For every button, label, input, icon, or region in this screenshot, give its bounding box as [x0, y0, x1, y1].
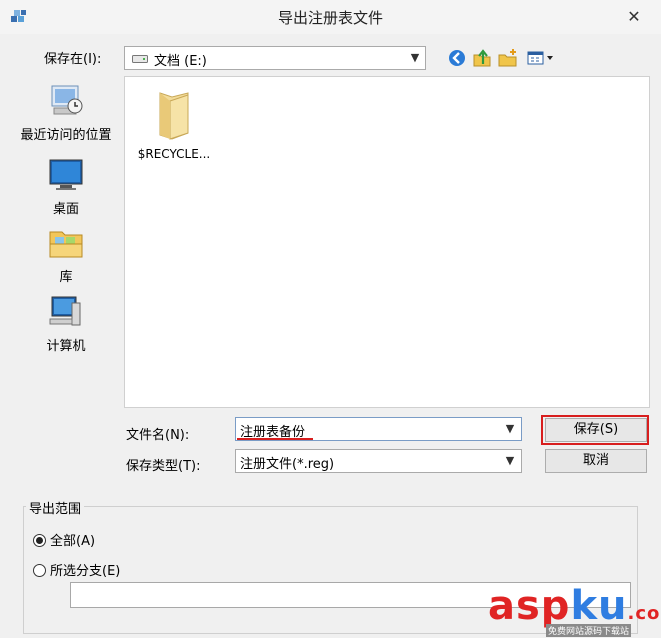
- chevron-down-icon[interactable]: ▼: [499, 450, 521, 472]
- place-recent[interactable]: 最近访问的位置: [11, 82, 121, 143]
- file-type-value: 注册文件(*.reg): [240, 457, 335, 472]
- radio-branch-label: 所选分支(E): [50, 564, 121, 579]
- radio-unselected-icon[interactable]: [33, 564, 46, 577]
- file-type-dropdown[interactable]: 注册文件(*.reg) ▼: [235, 449, 522, 473]
- recent-places-icon: [51, 85, 83, 115]
- red-underline-annotation: [237, 438, 313, 440]
- close-icon[interactable]: ✕: [621, 6, 647, 28]
- place-computer[interactable]: 计算机: [11, 293, 121, 354]
- place-libraries[interactable]: 库: [11, 224, 121, 285]
- back-icon[interactable]: [446, 47, 468, 69]
- file-list[interactable]: $RECYCLE...: [124, 76, 650, 408]
- list-item[interactable]: $RECYCLE...: [131, 87, 217, 161]
- place-label: 库: [59, 270, 73, 285]
- libraries-icon: [49, 231, 83, 258]
- folder-icon: [159, 92, 189, 140]
- export-range-legend: 导出范围: [26, 498, 85, 517]
- chevron-down-icon[interactable]: ▼: [405, 47, 425, 69]
- radio-selected-icon[interactable]: [33, 534, 46, 547]
- file-name-label: 文件名(N):: [126, 428, 190, 443]
- new-folder-icon[interactable]: [497, 47, 519, 69]
- desktop-icon: [49, 159, 83, 190]
- file-name: $RECYCLE...: [137, 147, 211, 161]
- up-folder-icon[interactable]: [471, 47, 493, 69]
- place-desktop[interactable]: 桌面: [11, 156, 121, 217]
- chevron-down-icon[interactable]: ▼: [499, 418, 521, 440]
- watermark-logo: aspku.com 免费网站源码下载站: [488, 584, 661, 637]
- save-in-label: 保存在(I):: [44, 52, 102, 67]
- save-in-dropdown[interactable]: 文档 (E:) ▼: [124, 46, 426, 70]
- radio-all[interactable]: 全部(A): [33, 530, 95, 549]
- watermark-subtitle: 免费网站源码下载站: [546, 624, 632, 637]
- place-label: 最近访问的位置: [20, 128, 112, 143]
- place-label: 计算机: [46, 339, 86, 354]
- cancel-button[interactable]: 取消: [545, 449, 647, 473]
- save-in-value: 文档 (E:): [154, 54, 207, 69]
- radio-all-label: 全部(A): [50, 534, 96, 549]
- radio-selected-branch[interactable]: 所选分支(E): [33, 560, 120, 579]
- drive-icon: [132, 55, 148, 63]
- window-title: 导出注册表文件: [277, 9, 383, 27]
- computer-icon: [49, 296, 81, 326]
- view-menu-icon[interactable]: [525, 47, 557, 69]
- file-type-label: 保存类型(T):: [126, 459, 201, 474]
- red-box-annotation: [541, 415, 649, 445]
- place-label: 桌面: [52, 202, 79, 217]
